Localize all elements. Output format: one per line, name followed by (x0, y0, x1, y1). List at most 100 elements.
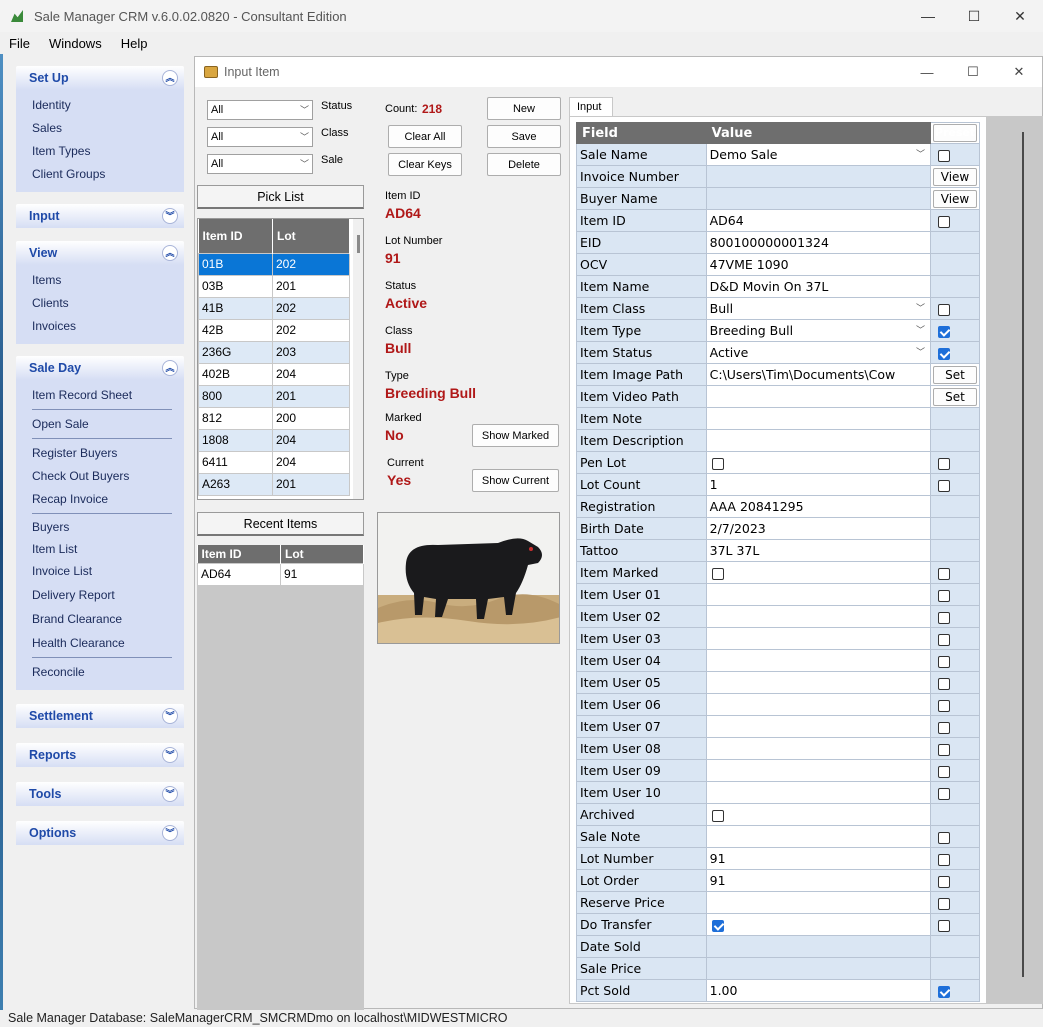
col-header-lot[interactable]: Lot (280, 545, 364, 563)
preset-checkbox[interactable] (938, 985, 951, 998)
sale-filter-select[interactable]: All ﹀ (207, 154, 313, 174)
grid-row[interactable]: Reserve Price (576, 891, 980, 914)
inner-maximize-button[interactable]: ☐ (950, 57, 996, 87)
grid-row[interactable]: Date Sold (576, 935, 980, 958)
menu-windows[interactable]: Windows (40, 36, 112, 51)
grid-row[interactable]: Pen Lot (576, 451, 980, 474)
grid-row[interactable]: Item Class Bull ﹀ (576, 297, 980, 320)
nav-link-check-out-buyers[interactable]: Check Out Buyers (16, 465, 184, 488)
field-value[interactable] (705, 671, 932, 694)
preset-checkbox[interactable] (938, 479, 951, 492)
field-value[interactable] (705, 561, 932, 584)
table-row[interactable]: 41B 202 (198, 296, 350, 320)
nav-header-sale-day[interactable]: Sale Day ︽ (16, 356, 184, 380)
field-value[interactable] (705, 759, 932, 782)
field-value[interactable] (705, 627, 932, 650)
preset-checkbox[interactable] (938, 457, 951, 470)
grid-row[interactable]: OCV 47VME 1090 (576, 253, 980, 276)
table-row[interactable]: AD64 91 (197, 562, 364, 586)
preset-checkbox[interactable] (938, 149, 951, 162)
maximize-button[interactable]: ☐ (951, 0, 997, 32)
field-value[interactable]: 47VME 1090 (705, 253, 932, 276)
inner-minimize-button[interactable]: — (904, 57, 950, 87)
field-value[interactable] (705, 737, 932, 760)
value-checkbox[interactable] (711, 809, 724, 822)
field-value[interactable] (705, 407, 932, 430)
status-filter-select[interactable]: All ﹀ (207, 100, 313, 120)
field-value[interactable]: 91 (705, 847, 932, 870)
field-value[interactable] (705, 187, 932, 210)
grid-row[interactable]: Pct Sold 1.00 (576, 979, 980, 1002)
table-row[interactable]: 03B 201 (198, 274, 350, 298)
nav-header-options[interactable]: Options ︾ (16, 821, 184, 845)
chevron-down-icon[interactable]: ︾ (162, 708, 178, 724)
chevron-down-icon[interactable]: ︾ (162, 747, 178, 763)
grid-row[interactable]: Lot Count 1 (576, 473, 980, 496)
menu-help[interactable]: Help (112, 36, 158, 51)
field-value[interactable] (705, 715, 932, 738)
field-value[interactable] (705, 605, 932, 628)
chevron-down-icon[interactable]: ︾ (162, 786, 178, 802)
grid-row[interactable]: Registration AAA 20841295 (576, 495, 980, 518)
field-value[interactable] (705, 781, 932, 804)
field-value[interactable]: AAA 20841295 (705, 495, 932, 518)
preset-checkbox[interactable] (938, 303, 951, 316)
view-button[interactable]: View (933, 168, 977, 186)
field-value[interactable] (705, 583, 932, 606)
property-grid-scrollbar[interactable] (986, 117, 1042, 1003)
nav-link-items[interactable]: Items (16, 269, 184, 292)
field-value[interactable]: Bull ﹀ (705, 297, 932, 320)
table-row[interactable]: 1808 204 (198, 428, 350, 452)
nav-link-health-clearance[interactable]: Health Clearance (16, 631, 184, 655)
inner-close-button[interactable]: ✕ (996, 57, 1042, 87)
grid-row[interactable]: Item Status Active ﹀ (576, 341, 980, 364)
col-header-lot[interactable]: Lot (272, 219, 350, 253)
chevron-up-icon[interactable]: ︽ (162, 245, 178, 261)
field-value[interactable] (705, 165, 932, 188)
grid-row[interactable]: Item User 02 (576, 605, 980, 628)
preset-checkbox[interactable] (938, 633, 951, 646)
grid-row[interactable]: Item User 06 (576, 693, 980, 716)
clear-keys-button[interactable]: Clear Keys (388, 153, 462, 176)
table-row[interactable]: 42B 202 (198, 318, 350, 342)
field-value[interactable] (705, 913, 932, 936)
tab-input[interactable]: Input (569, 97, 613, 117)
field-value[interactable] (705, 891, 932, 914)
grid-row[interactable]: Item User 09 (576, 759, 980, 782)
minimize-button[interactable]: — (905, 0, 951, 32)
field-value[interactable] (705, 649, 932, 672)
field-value[interactable] (705, 803, 932, 826)
chevron-down-icon[interactable]: ︾ (162, 825, 178, 841)
table-row[interactable]: 236G 203 (198, 340, 350, 364)
preset-checkbox[interactable] (938, 919, 951, 932)
grid-row[interactable]: Item User 03 (576, 627, 980, 650)
grid-row[interactable]: Sale Note (576, 825, 980, 848)
preset-checkbox[interactable] (938, 677, 951, 690)
nav-link-client-groups[interactable]: Client Groups (16, 163, 184, 186)
field-value[interactable]: D&D Movin On 37L (705, 275, 932, 298)
preset-checkbox[interactable] (938, 347, 951, 360)
value-checkbox[interactable] (711, 457, 724, 470)
pick-list-scrollbar[interactable] (353, 219, 363, 499)
delete-button[interactable]: Delete (487, 153, 561, 176)
set-button[interactable]: Set (933, 388, 977, 406)
preset-checkbox[interactable] (938, 875, 951, 888)
nav-link-recap-invoice[interactable]: Recap Invoice (16, 488, 184, 511)
clear-all-button[interactable]: Clear All (388, 125, 462, 148)
nav-link-open-sale[interactable]: Open Sale (16, 413, 184, 436)
set-button[interactable]: Set (933, 366, 977, 384)
grid-row[interactable]: Item Description (576, 429, 980, 452)
table-row[interactable]: 812 200 (198, 406, 350, 430)
nav-link-register-buyers[interactable]: Register Buyers (16, 442, 184, 465)
field-value[interactable] (705, 451, 932, 474)
grid-row[interactable]: Lot Number 91 (576, 847, 980, 870)
nav-link-sales[interactable]: Sales (16, 117, 184, 140)
preset-checkbox[interactable] (938, 743, 951, 756)
grid-row[interactable]: Item User 04 (576, 649, 980, 672)
chevron-down-icon[interactable]: ﹀ (916, 301, 925, 314)
field-value[interactable]: Active ﹀ (705, 341, 932, 364)
preset-checkbox[interactable] (938, 699, 951, 712)
field-value[interactable]: AD64 (705, 209, 932, 232)
table-row[interactable]: 800 201 (198, 384, 350, 408)
chevron-up-icon[interactable]: ︽ (162, 360, 178, 376)
